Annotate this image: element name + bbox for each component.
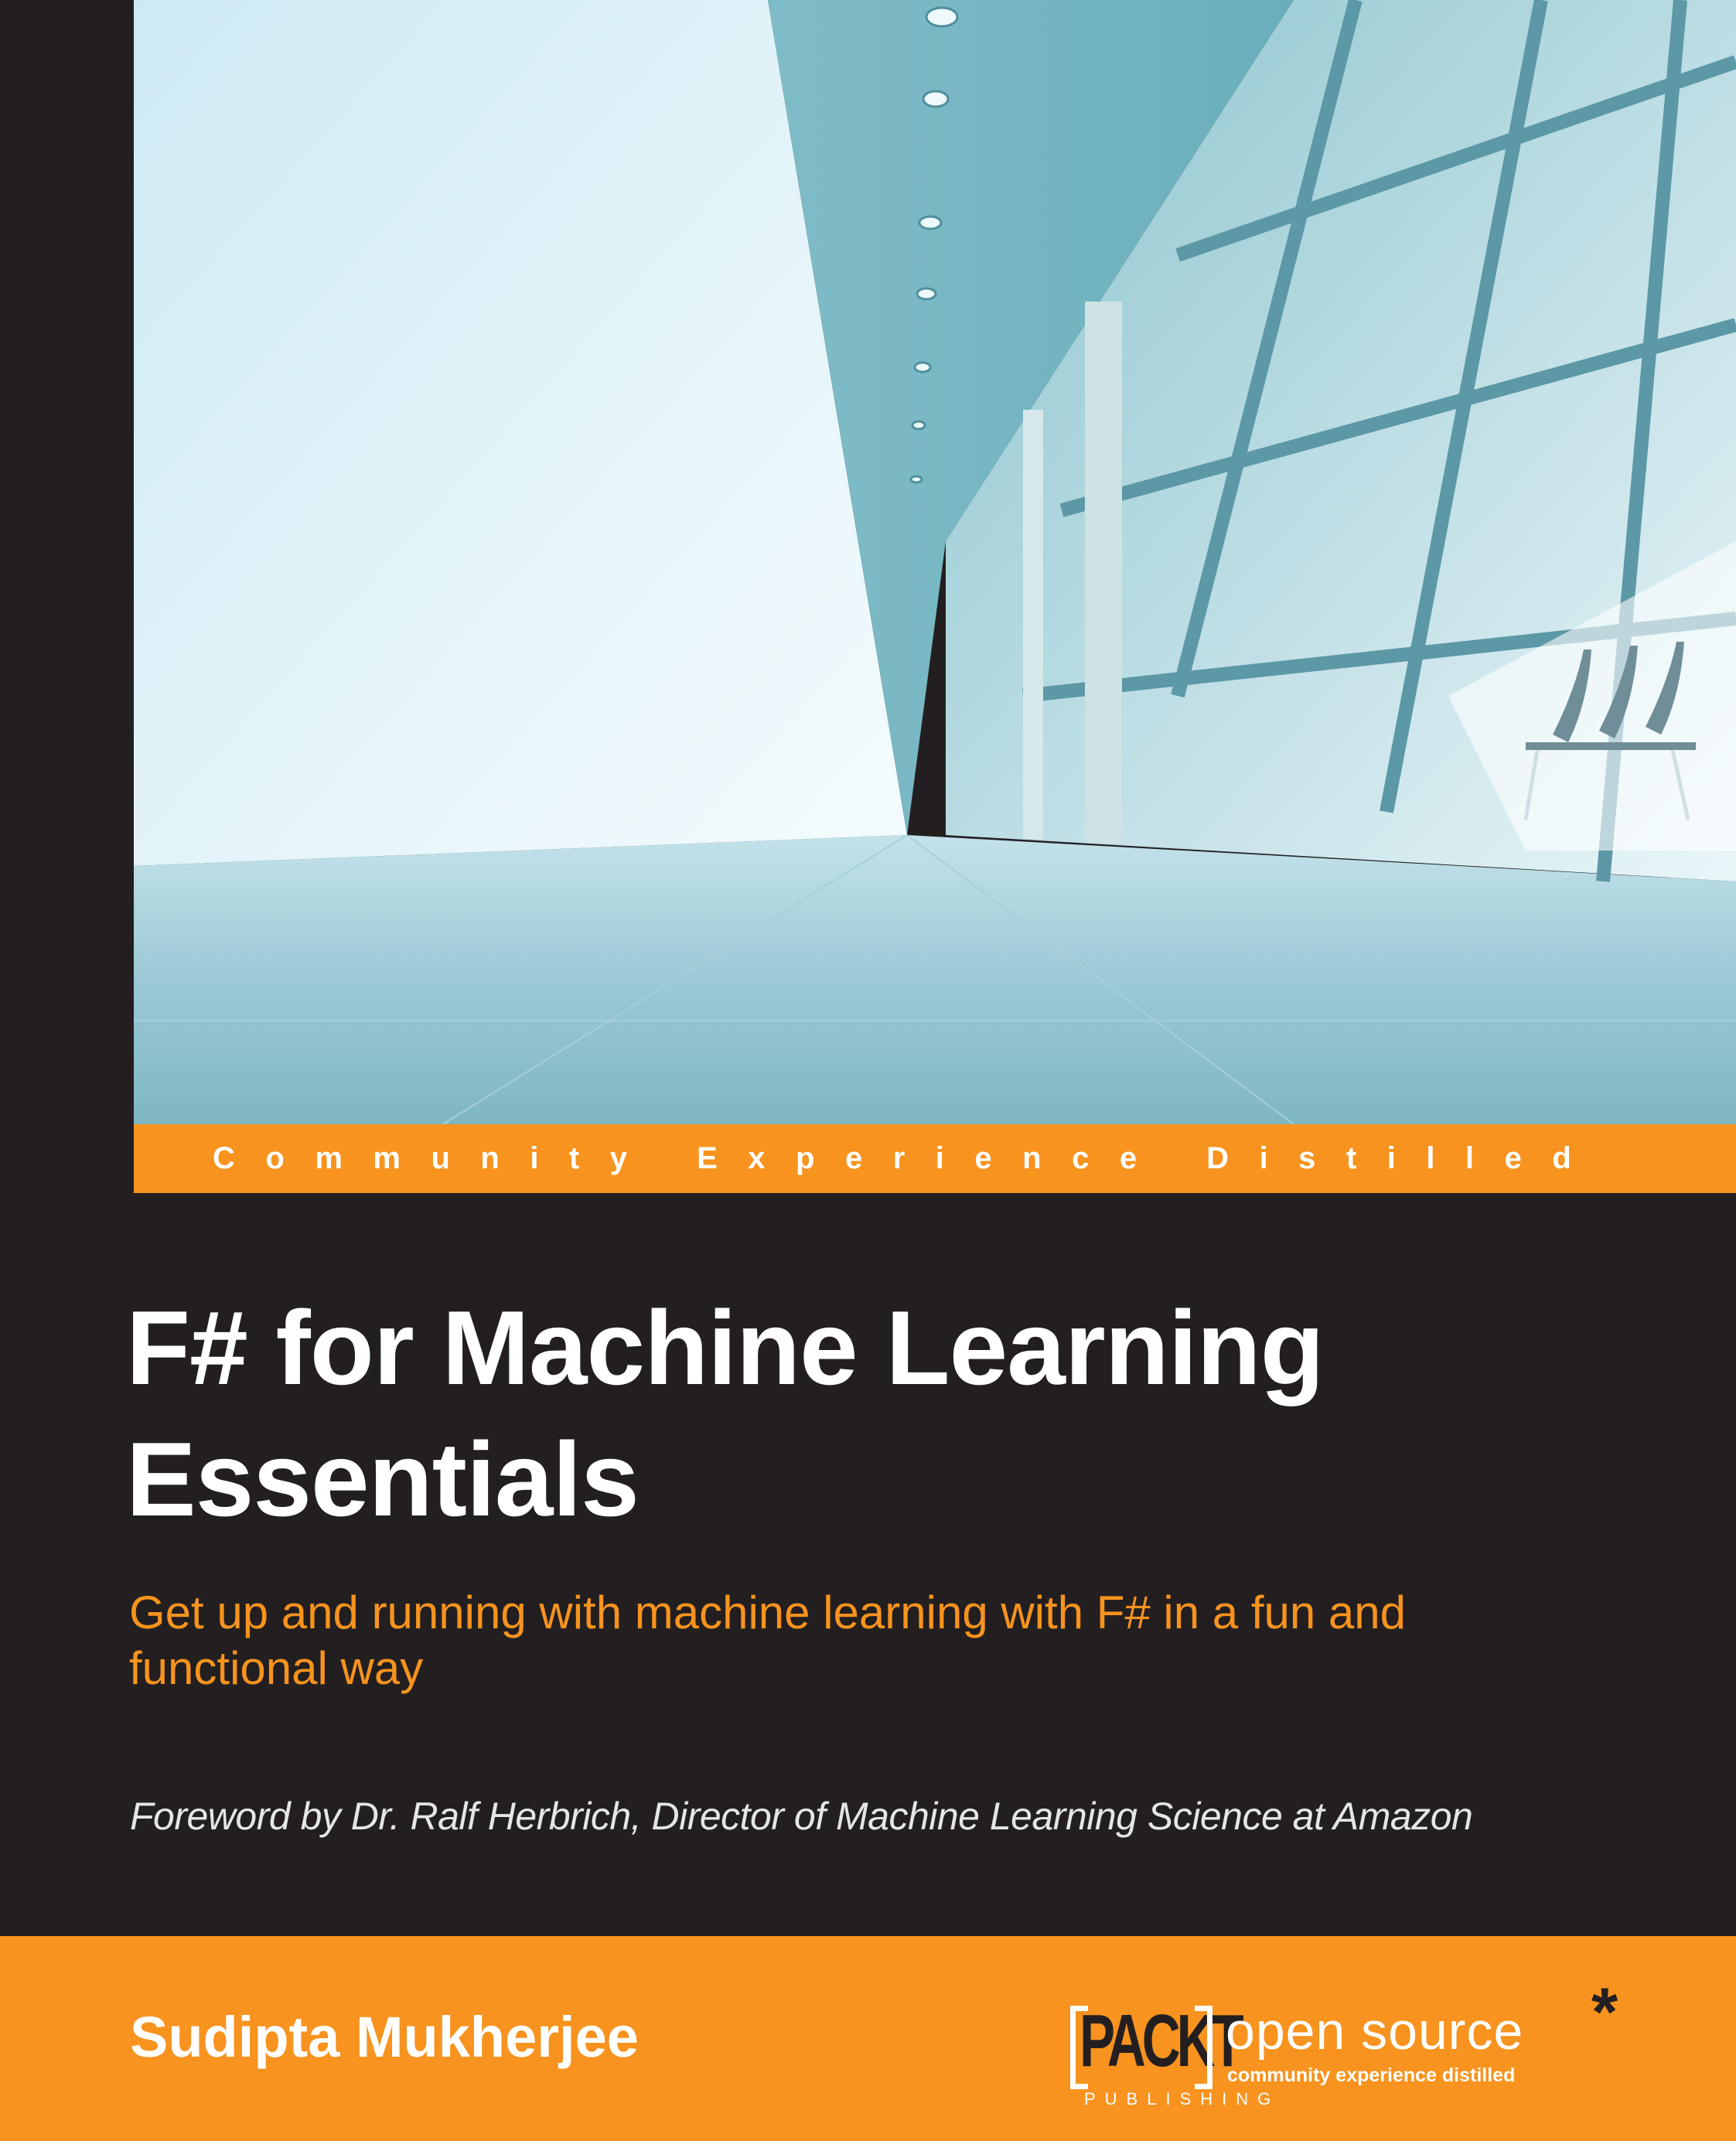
author-name: Sudipta Mukherjee [130, 2005, 639, 2069]
publisher-logo: PACKT PUBLISHING open source * community… [1036, 1978, 1655, 2126]
pillar [1023, 410, 1043, 839]
corridor-illustration [134, 0, 1736, 1124]
pillar [1085, 302, 1122, 843]
publishing-label: PUBLISHING [1084, 2089, 1281, 2109]
imprint-tagline: community experience distilled [1227, 2064, 1516, 2086]
book-subtitle-line: functional way [129, 1642, 424, 1694]
packt-wordmark: PACKT [1079, 2000, 1244, 2082]
asterisk-icon: * [1591, 1973, 1618, 2050]
floor [134, 835, 1736, 1124]
foreword-credit: Foreword by Dr. Ralf Herbrich, Director … [130, 1795, 1473, 1838]
book-title: F# for Machine Learning Essentials [126, 1282, 1673, 1545]
bracket-right-icon [1195, 2006, 1212, 2089]
book-subtitle: Get up and running with machine learning… [129, 1585, 1676, 1696]
book-title-line: F# for Machine Learning [126, 1289, 1325, 1406]
book-title-line: Essentials [126, 1420, 639, 1538]
series-tagline: Community Experience Distilled [213, 1141, 1602, 1175]
imprint-name: open source [1226, 2002, 1524, 2061]
cover-photo-corridor [134, 0, 1736, 1124]
book-subtitle-line: Get up and running with machine learning… [129, 1587, 1407, 1638]
